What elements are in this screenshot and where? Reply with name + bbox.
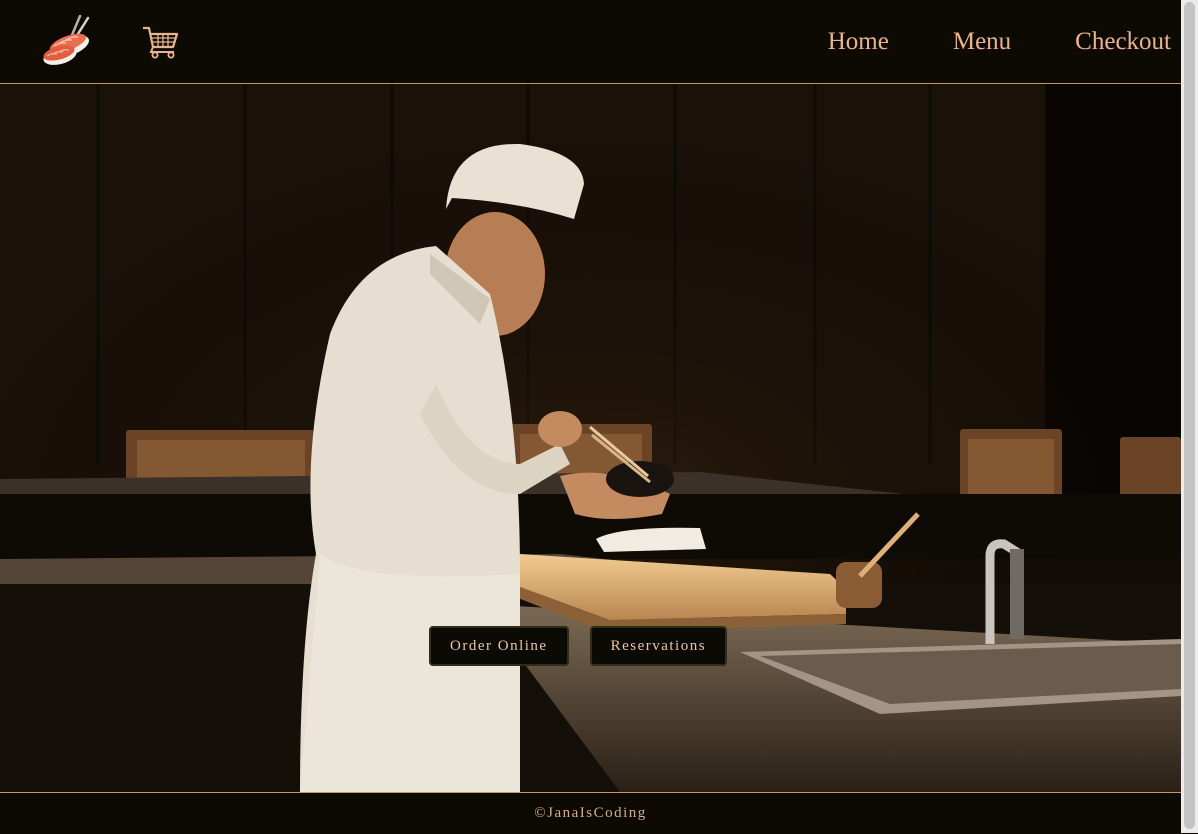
- hero-actions: Order Online Reservations: [429, 626, 728, 666]
- hero-section: Order Online Reservations: [0, 84, 1181, 792]
- copyright-text: ©JanaIsCoding: [534, 805, 647, 821]
- sushi-chef-photo: [0, 84, 1181, 792]
- shopping-cart-icon[interactable]: [142, 25, 180, 59]
- nav-menu-link[interactable]: Menu: [953, 28, 1011, 56]
- order-online-button[interactable]: Order Online: [429, 626, 569, 666]
- vertical-scrollbar[interactable]: [1181, 0, 1198, 833]
- reservations-button[interactable]: Reservations: [589, 626, 728, 666]
- nav-home-link[interactable]: Home: [828, 28, 889, 56]
- site-header: Home Menu Checkout: [0, 0, 1181, 84]
- nav-checkout-link[interactable]: Checkout: [1075, 28, 1171, 56]
- main-nav: Home Menu Checkout: [764, 0, 1171, 83]
- sushi-logo-icon[interactable]: [40, 13, 94, 67]
- site-footer: ©JanaIsCoding: [0, 792, 1181, 834]
- scrollbar-thumb[interactable]: [1184, 2, 1195, 829]
